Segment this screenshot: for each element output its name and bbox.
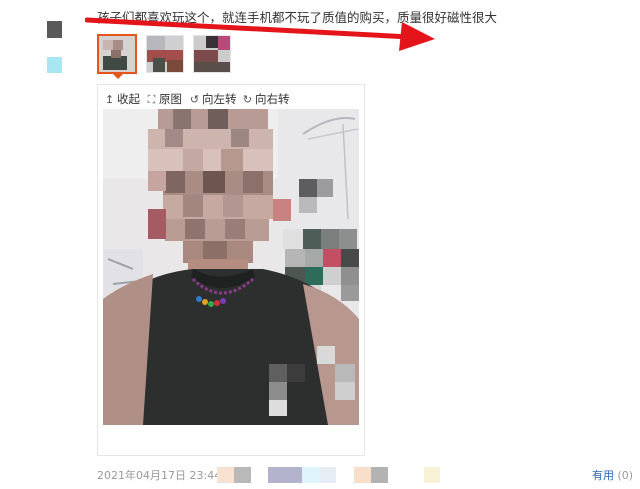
rotate-left-icon: ↺ bbox=[189, 93, 200, 106]
rotate-left-button[interactable]: ↺ 向左转 bbox=[189, 91, 237, 107]
thumbnail-photo-3[interactable] bbox=[193, 35, 231, 73]
obscured-meta-3 bbox=[320, 467, 336, 483]
useful-button[interactable]: 有用 (0) bbox=[592, 467, 633, 483]
rotate-right-label: 向右转 bbox=[255, 92, 290, 106]
annotation-arrow bbox=[85, 17, 435, 51]
review-photo-image bbox=[103, 109, 359, 425]
thumbnail-photo-1[interactable] bbox=[97, 34, 137, 74]
thumbnail-photo-2[interactable] bbox=[146, 35, 184, 73]
rotate-left-label: 向左转 bbox=[202, 92, 237, 106]
obscured-meta-4 bbox=[354, 467, 388, 483]
original-image-button[interactable]: ⛶ 原图 bbox=[146, 91, 182, 107]
useful-label: 有用 bbox=[592, 469, 614, 482]
expand-icon: ⛶ bbox=[147, 93, 156, 106]
rotate-right-button[interactable]: ↻ 向右转 bbox=[242, 91, 290, 107]
review-datetime: 2021年04月17日 23:44 bbox=[97, 467, 221, 483]
original-label: 原图 bbox=[159, 92, 182, 106]
selected-thumb-caret bbox=[113, 74, 123, 79]
collapse-up-arrow-icon: ↥ bbox=[104, 93, 115, 106]
rotate-right-icon: ↻ bbox=[242, 93, 253, 106]
user-avatar bbox=[47, 21, 62, 38]
useful-count: (0) bbox=[617, 469, 634, 482]
obscured-meta-1 bbox=[217, 467, 251, 483]
collapse-label: 收起 bbox=[117, 92, 140, 106]
review-date: 2021年04月17日 bbox=[97, 469, 186, 482]
collapse-button[interactable]: ↥ 收起 bbox=[104, 91, 140, 107]
obscured-meta-5 bbox=[424, 467, 440, 483]
image-viewer: ↥ 收起 ⛶ 原图 ↺ 向左转 ↻ 向右转 bbox=[97, 84, 365, 456]
review-photo[interactable] bbox=[103, 109, 359, 425]
user-level-badge bbox=[47, 57, 62, 73]
obscured-meta-2 bbox=[268, 467, 320, 483]
